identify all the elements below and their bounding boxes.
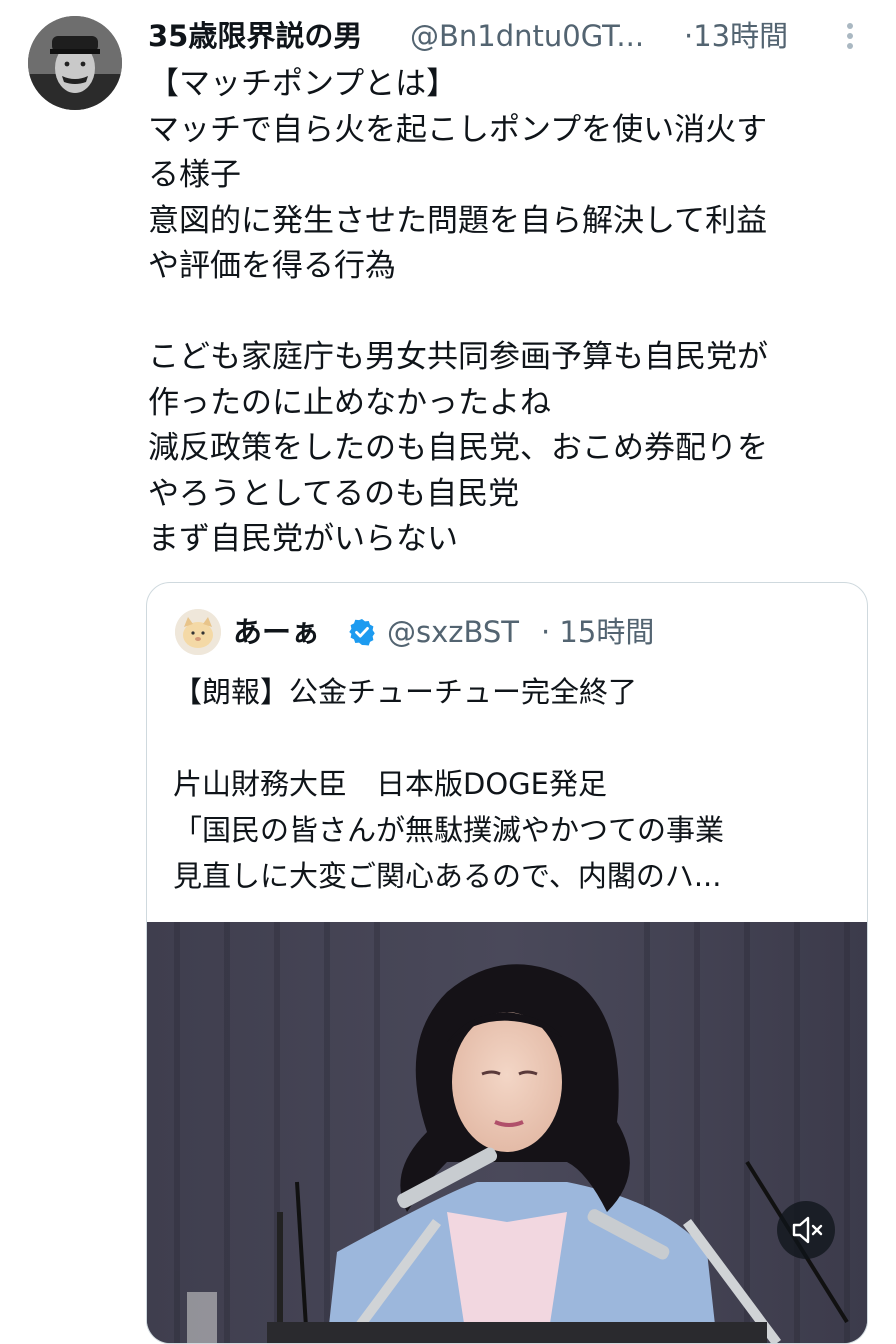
tweet-line: 意図的に発生させた問題を自ら解決して利益 (148, 202, 768, 239)
tweet-line: マッチで自ら火を起こしポンプを使い消火す (148, 111, 768, 148)
tweet-line: 作ったのに止めなかったよね (148, 384, 551, 421)
speaker-muted-icon (792, 1216, 823, 1244)
quoted-line-blank (173, 715, 853, 761)
quoted-tweet-header: あーぁ @sxzBST · 15時間 (233, 609, 853, 655)
video-thumbnail (147, 922, 867, 1343)
avatar-photo (28, 16, 122, 110)
tweet-line: 減反政策をしたのも自民党、おこめ券配りを (148, 430, 768, 466)
quoted-author-display-name[interactable]: あーぁ (233, 609, 320, 655)
tweet-line: こども家庭庁も男女共同参画予算も自民党が (148, 339, 768, 375)
verified-badge-icon (349, 619, 375, 646)
quoted-video[interactable] (147, 922, 867, 1343)
tweet-line: 【マッチポンプとは】 (148, 66, 458, 102)
mute-button[interactable] (777, 1201, 835, 1259)
author-avatar[interactable] (28, 16, 122, 110)
tweet-line: まず自民党がいらない (148, 521, 458, 557)
more-vertical-icon[interactable] (840, 20, 860, 56)
quoted-line: 【朗報】公金チューチュー完全終了 (173, 675, 638, 709)
quoted-tweet-text: 【朗報】公金チューチュー完全終了 片山財務大臣 日本版DOGE発足 「国民の皆さ… (173, 669, 853, 899)
tweet-text: 【マッチポンプとは】 マッチで自ら火を起こしポンプを使い消火す る様子 意図的に… (148, 62, 858, 563)
quoted-avatar-image (175, 609, 221, 655)
quoted-line: 見直しに大変ご関心あるので、内閣のハ... (173, 859, 722, 893)
quoted-author-handle[interactable]: @sxzBST (387, 609, 519, 655)
tweet-line-blank (148, 290, 858, 336)
tweet-line: やろうとしてるのも自民党 (148, 475, 520, 512)
author-handle[interactable]: @Bn1dntu0GT... (410, 14, 644, 58)
tweet-header: 35歳限界説の男 @Bn1dntu0GT... ·13時間 (148, 14, 868, 58)
author-display-name[interactable]: 35歳限界説の男 (148, 14, 362, 58)
quoted-line: 片山財務大臣 日本版DOGE発足 (173, 767, 607, 801)
tweet-line: や評価を得る行為 (148, 248, 396, 284)
tweet-timestamp[interactable]: ·13時間 (684, 14, 788, 58)
quoted-line: 「国民の皆さんが無駄撲滅やかつての事業 (173, 813, 725, 847)
quoted-tweet-card[interactable]: あーぁ @sxzBST · 15時間 【朗報】公金チューチュー完全終了 片山財務… (146, 582, 868, 1344)
quoted-author-avatar[interactable] (175, 609, 221, 655)
quoted-tweet-timestamp[interactable]: · 15時間 (541, 609, 654, 655)
tweet-line: る様子 (148, 157, 241, 193)
